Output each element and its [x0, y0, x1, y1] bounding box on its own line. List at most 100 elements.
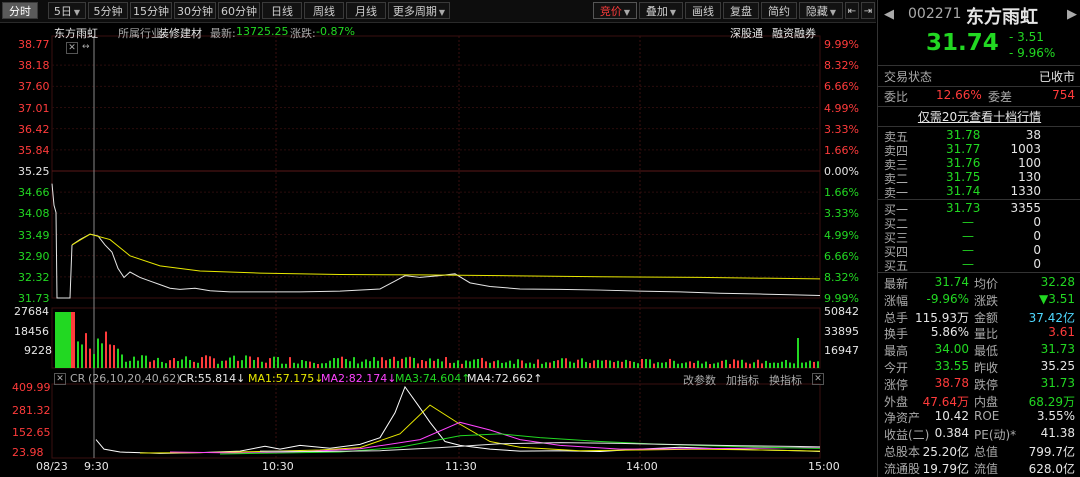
collapse-icon[interactable]: ⇤ [845, 2, 859, 19]
tab-5-min[interactable]: 5分钟 [88, 2, 128, 19]
chevron-down-icon: ▼ [829, 8, 837, 17]
volume-bar [649, 359, 651, 368]
tab-minute-chart[interactable]: 分时 [2, 2, 38, 19]
chart-canvas [51, 35, 821, 459]
change-param-button[interactable]: 改参数 [683, 372, 716, 388]
volume-bar [181, 359, 183, 368]
volume-bar [793, 363, 795, 368]
auction-line [51, 183, 73, 299]
volume-bar [589, 363, 591, 368]
volume-bar [105, 331, 107, 368]
pct-tick-label: 0.00% [824, 165, 859, 178]
indicator-tick-label: 152.65 [12, 426, 51, 439]
simple-mode-button[interactable]: 简约 [761, 2, 797, 19]
volume-bar [817, 361, 819, 368]
pct-tick-label: 1.66% [824, 186, 859, 200]
stock-code: 002271 [908, 6, 962, 22]
volume-bar [777, 362, 779, 368]
back-arrow-icon[interactable]: ◀ [884, 7, 894, 22]
tab-5-day[interactable]: 5日 ▼ [48, 2, 86, 19]
stat-row: 收益(二) 0.384 PE(动)* 41.38 [884, 426, 1075, 443]
volume-bar [341, 356, 343, 368]
tab-monthly[interactable]: 月线 [346, 2, 386, 19]
volume-bar [333, 358, 335, 368]
time-label: 11:30 [445, 460, 477, 473]
pct-tick-label: 3.33% [824, 122, 859, 136]
draw-line-button[interactable]: 画线 [685, 2, 721, 19]
tab-60-min[interactable]: 60分钟 [218, 2, 260, 19]
volume-bar [425, 361, 427, 368]
industry-value: 装修建材 [158, 27, 202, 40]
more-periods-dropdown[interactable]: 更多周期 ▼ [388, 2, 450, 19]
volume-bar [161, 361, 163, 368]
volume-bar [621, 361, 623, 368]
volume-bar [157, 357, 159, 368]
expand-icon[interactable]: ⇥ [861, 2, 875, 19]
add-indicator-button[interactable]: 加指标 [726, 372, 759, 388]
average-price-line [71, 233, 821, 280]
tab-weekly[interactable]: 周线 [304, 2, 344, 19]
close-icon[interactable]: ✕ [66, 42, 78, 54]
tab-30-min[interactable]: 30分钟 [174, 2, 216, 19]
quote-panel: ◀ 002271 东方雨虹 ▶ 31.74 - 3.51 - 9.96% 交易状… [877, 0, 1080, 477]
volume-bar [297, 363, 299, 368]
overlay-button[interactable]: 叠加 ▼ [639, 2, 683, 19]
volume-bar [597, 359, 599, 368]
cr-value: CR:55.814↓ [179, 372, 246, 385]
volume-tick-label: 27684 [14, 305, 49, 318]
volume-bar [601, 360, 603, 368]
order-ratio-row: 委比 12.66% 委差 754 [884, 88, 1075, 104]
volume-tick-label: 16947 [824, 344, 859, 357]
intraday-chart[interactable]: 东方雨虹 所属行业: 装修建材 最新: 13725.25 涨跌: -0.87% … [0, 22, 876, 477]
hide-button[interactable]: 隐藏 ▼ [799, 2, 843, 19]
drag-handle-icon[interactable]: ↔ [82, 42, 90, 52]
volume-bar [705, 361, 707, 368]
price-line [71, 233, 821, 296]
margin-trading-link[interactable]: 融资融券 [772, 25, 816, 41]
close-icon[interactable]: ✕ [812, 373, 824, 385]
indicator-tick-label: 409.99 [12, 381, 51, 394]
volume-bar [213, 358, 215, 368]
stat-row: 最新 31.74 均价 32.28 [884, 275, 1075, 291]
volume-bar [645, 359, 647, 368]
volume-tick-label: 9228 [24, 344, 52, 357]
volume-bar [217, 363, 219, 368]
volume-bar [753, 362, 755, 368]
replay-button[interactable]: 复盘 [723, 2, 759, 19]
close-icon[interactable]: ✕ [54, 373, 66, 385]
volume-bar [369, 361, 371, 368]
switch-indicator-button[interactable]: 换指标 [769, 372, 802, 388]
volume-bar [745, 362, 747, 368]
volume-bar [353, 357, 355, 368]
tab-daily[interactable]: 日线 [262, 2, 302, 19]
shen-gu-tong-link[interactable]: 深股通 [730, 25, 763, 41]
auction-button[interactable]: 竞价 ▼ [593, 2, 637, 19]
volume-bar [553, 360, 555, 368]
volume-bar [693, 362, 695, 368]
stock-name-label: 东方雨虹 [54, 27, 98, 40]
volume-bar [741, 359, 743, 368]
price-change: - 3.51 [1009, 30, 1044, 44]
volume-bar [449, 362, 451, 368]
tab-15-min[interactable]: 15分钟 [130, 2, 172, 19]
volume-bar [493, 361, 495, 368]
volume-bar [629, 361, 631, 368]
volume-bar [749, 363, 751, 368]
volume-bar [397, 360, 399, 368]
indicator-name: CR [70, 372, 86, 385]
volume-bar [117, 348, 119, 368]
time-label: 10:30 [262, 460, 294, 473]
volume-bar [55, 312, 71, 368]
volume-bar [113, 345, 115, 368]
volume-bar [465, 360, 467, 368]
time-label: 14:00 [626, 460, 658, 473]
pct-tick-label: 4.99% [824, 228, 859, 242]
volume-bar [657, 362, 659, 368]
forward-arrow-icon[interactable]: ▶ [1067, 7, 1077, 22]
pct-tick-label: 9.99% [824, 38, 859, 51]
upsell-link[interactable]: 仅需20元查看十档行情 [878, 108, 1080, 125]
volume-bar [209, 356, 211, 368]
volume-bar [71, 312, 75, 368]
volume-bar [121, 354, 123, 368]
volume-bar [145, 355, 147, 368]
